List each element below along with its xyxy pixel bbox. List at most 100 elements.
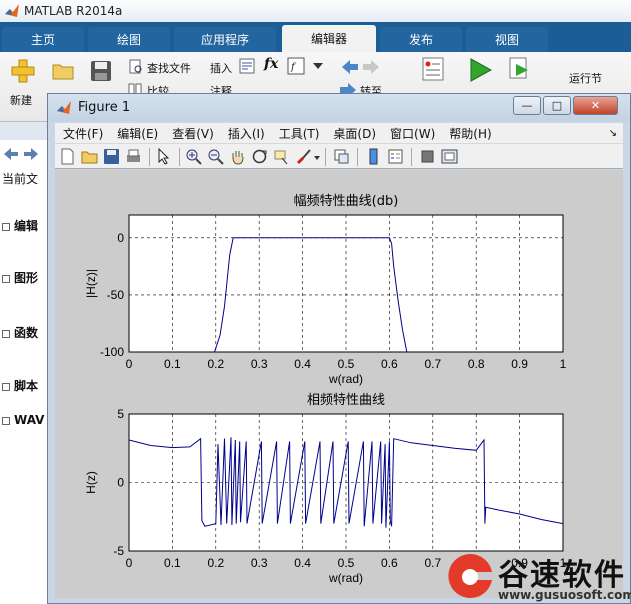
pan-hand-icon[interactable]: [229, 148, 246, 165]
folder-group-figures[interactable]: 图形: [2, 269, 38, 286]
find-files-label[interactable]: 查找文件: [147, 60, 191, 76]
y-tick-label: 5: [117, 407, 124, 421]
figure-menubar: 文件(F) 编辑(E) 查看(V) 插入(I) 工具(T) 桌面(D) 窗口(W…: [55, 123, 623, 143]
toolbar-separator: [411, 148, 412, 166]
x-tick-label: 0.1: [164, 556, 181, 570]
current-folder-header: 当前文: [2, 172, 39, 186]
x-tick-label: 0.5: [338, 357, 355, 371]
colorbar-icon[interactable]: [365, 148, 382, 165]
breakpoints-icon[interactable]: [422, 57, 444, 81]
close-button[interactable]: ✕: [573, 96, 618, 115]
watermark: 谷速软件 www.gusuosoft.com: [440, 548, 631, 604]
y-tick-label: -100: [100, 345, 124, 359]
toolbar-separator: [357, 148, 358, 166]
menu-desktop[interactable]: 桌面(D): [333, 125, 376, 142]
watermark-logo-icon: [448, 553, 492, 598]
function-browser-icon[interactable]: f: [287, 57, 305, 75]
folder-group-wav[interactable]: WAV: [2, 413, 44, 427]
fx-icon[interactable]: fx: [264, 56, 278, 72]
pointer-arrow-icon[interactable]: [155, 148, 172, 165]
x-tick-label: 0.2: [207, 556, 224, 570]
hide-plot-tools-icon[interactable]: [419, 148, 436, 165]
figure-window: Figure 1 — □ ✕ 文件(F) 编辑(E) 查看(V) 插入(I) 工…: [47, 93, 631, 604]
open-folder-icon[interactable]: [52, 62, 74, 80]
legend-icon[interactable]: [387, 148, 404, 165]
rotate-3d-icon[interactable]: [251, 148, 268, 165]
menu-edit[interactable]: 编辑(E): [117, 125, 158, 142]
forward-arrow-icon[interactable]: [24, 148, 38, 160]
close-icon: ✕: [590, 99, 601, 112]
expand-box-icon[interactable]: [2, 416, 10, 425]
tab-apps[interactable]: 应用程序: [174, 27, 276, 52]
run-section-label[interactable]: 运行节: [569, 70, 602, 86]
expand-box-icon[interactable]: [2, 274, 10, 283]
data-cursor-icon[interactable]: [273, 148, 290, 165]
chevron-down-icon[interactable]: [314, 156, 320, 160]
x-tick-label: 0.1: [164, 357, 181, 371]
menu-file[interactable]: 文件(F): [63, 125, 103, 142]
menu-window[interactable]: 窗口(W): [390, 125, 435, 142]
matlab-logo-icon: [57, 100, 71, 114]
folder-group-scripts[interactable]: 脚本: [2, 377, 38, 394]
x-tick-label: 0: [126, 556, 133, 570]
menu-tools[interactable]: 工具(T): [279, 125, 320, 142]
expand-box-icon[interactable]: [2, 222, 10, 231]
back-arrow-icon[interactable]: [342, 60, 358, 74]
zoom-out-icon[interactable]: [207, 148, 224, 165]
x-tick-label: 0.9: [511, 357, 528, 371]
run-play-icon[interactable]: [468, 58, 492, 82]
x-tick-label: 0.7: [424, 357, 441, 371]
zoom-in-icon[interactable]: [185, 148, 202, 165]
new-plus-icon[interactable]: [10, 58, 36, 84]
insert-section-icon[interactable]: [238, 57, 256, 75]
save-figure-icon[interactable]: [103, 148, 120, 165]
matlab-titlebar: MATLAB R2014a: [0, 0, 631, 22]
find-files-icon[interactable]: [128, 59, 144, 75]
menu-view[interactable]: 查看(V): [172, 125, 214, 142]
chevron-down-icon[interactable]: [313, 63, 323, 69]
save-disk-icon[interactable]: [90, 60, 112, 82]
tab-publish[interactable]: 发布: [380, 27, 462, 52]
plot-title: 幅频特性曲线(db): [294, 194, 399, 209]
open-file-icon[interactable]: [81, 148, 98, 165]
y-tick-label: 0: [117, 476, 124, 490]
link-plot-icon[interactable]: [333, 148, 350, 165]
plot-area[interactable]: 0 0.1 0.2 0.3 0.4 0.5 0.6 0.7 0.8 0.9 10-50-100幅频特…: [55, 170, 623, 598]
new-button-label[interactable]: 新建: [10, 92, 32, 108]
print-icon[interactable]: [125, 148, 142, 165]
minimize-button[interactable]: —: [513, 96, 541, 115]
minimize-icon: —: [521, 99, 533, 112]
dock-arrow-icon[interactable]: ↘: [609, 128, 617, 139]
show-plot-tools-icon[interactable]: [441, 148, 458, 165]
tab-view[interactable]: 视图: [466, 27, 548, 52]
expand-box-icon[interactable]: [2, 329, 10, 338]
plot-title: 相频特性曲线: [307, 393, 385, 408]
current-folder-panel: 当前文 编辑 图形 函数 脚本 WAV: [0, 140, 50, 604]
new-figure-icon[interactable]: [59, 148, 76, 165]
y-tick-label: -50: [107, 288, 125, 302]
tab-editor[interactable]: 编辑器: [282, 25, 376, 52]
y-tick-label: -5: [113, 544, 124, 558]
folder-group-editor[interactable]: 编辑: [2, 217, 38, 234]
x-tick-label: 0.7: [424, 556, 441, 570]
x-tick-label: 0.2: [207, 357, 224, 371]
x-axis-label: w(rad): [328, 372, 363, 386]
x-tick-label: 0.4: [294, 556, 311, 570]
menu-insert[interactable]: 插入(I): [228, 125, 265, 142]
toolbar-separator: [179, 148, 180, 166]
maximize-button[interactable]: □: [543, 96, 571, 115]
insert-label[interactable]: 插入: [210, 60, 232, 76]
run-advance-icon[interactable]: [508, 56, 532, 82]
brush-icon[interactable]: [295, 148, 312, 165]
tab-home[interactable]: 主页: [2, 27, 84, 52]
x-tick-label: 0.6: [381, 556, 398, 570]
forward-arrow-icon[interactable]: [363, 60, 379, 74]
expand-box-icon[interactable]: [2, 382, 10, 391]
x-tick-label: 0.4: [294, 357, 311, 371]
back-arrow-icon[interactable]: [4, 148, 18, 160]
x-tick-label: 0.3: [251, 556, 268, 570]
folder-group-functions[interactable]: 函数: [2, 324, 38, 341]
app-title: MATLAB R2014a: [24, 4, 123, 18]
menu-help[interactable]: 帮助(H): [449, 125, 491, 142]
tab-plots[interactable]: 绘图: [88, 27, 170, 52]
